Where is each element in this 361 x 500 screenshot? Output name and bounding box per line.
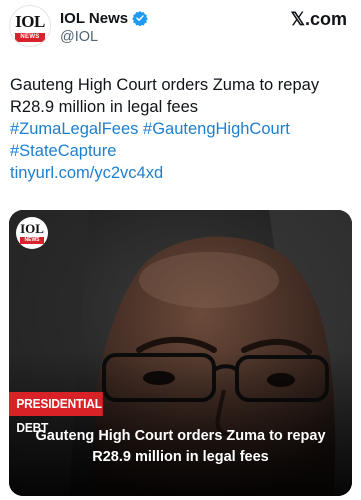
post-text: Gauteng High Court orders Zuma to repay …: [10, 74, 350, 184]
x-brand-label: 𝕏.com: [290, 9, 347, 29]
hashtag-gauteng-high-court[interactable]: #GautengHighCourt: [143, 120, 290, 138]
card-headline: Gauteng High Court orders Zuma to repay …: [19, 426, 342, 468]
verified-badge-icon: [132, 11, 148, 26]
card-logo-sub: NEWS: [20, 237, 44, 244]
card-headline-line1: Gauteng High Court orders Zuma to repay: [35, 428, 326, 444]
name-row: IOL News: [60, 8, 148, 28]
post-link[interactable]: tinyurl.com/yc2vc4xd: [10, 162, 350, 184]
hashtag-zuma-legal-fees[interactable]: #ZumaLegalFees: [10, 120, 138, 138]
avatar-logo-text: IOL: [15, 12, 45, 31]
account-avatar[interactable]: IOL NEWS: [9, 5, 51, 47]
category-tag: PRESIDENTIAL DEBT: [9, 392, 103, 435]
account-handle[interactable]: @IOL: [60, 29, 98, 45]
post-text-line2: R28.9 million in legal fees: [10, 98, 199, 116]
avatar-logo-sub: NEWS: [15, 33, 45, 42]
hashtag-line: #ZumaLegalFees #GautengHighCourt: [10, 118, 350, 140]
card-logo-text: IOL: [20, 221, 44, 236]
card-iol-logo: IOL NEWS: [16, 217, 48, 249]
display-name[interactable]: IOL News: [60, 10, 128, 27]
link-card[interactable]: IOL NEWS PRESIDENTIAL DEBT Gauteng High …: [9, 210, 352, 496]
post-text-line1: Gauteng High Court orders Zuma to repay: [10, 76, 320, 94]
hashtag-state-capture[interactable]: #StateCapture: [10, 140, 350, 162]
card-headline-line2: R28.9 million in legal fees: [92, 449, 269, 465]
post-header: IOL NEWS IOL News @IOL 𝕏.com: [0, 0, 361, 52]
